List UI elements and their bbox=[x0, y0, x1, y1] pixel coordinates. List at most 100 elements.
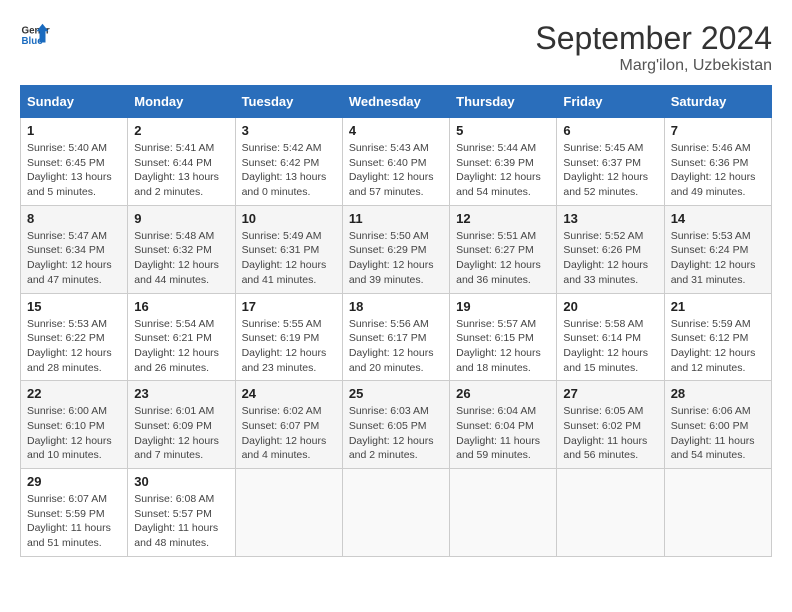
day-number: 13 bbox=[563, 211, 657, 226]
day-number: 23 bbox=[134, 386, 228, 401]
day-number: 30 bbox=[134, 474, 228, 489]
day-info: Sunrise: 5:55 AMSunset: 6:19 PMDaylight:… bbox=[242, 317, 336, 376]
calendar-cell bbox=[342, 469, 449, 557]
day-number: 16 bbox=[134, 299, 228, 314]
calendar-cell: 24 Sunrise: 6:02 AMSunset: 6:07 PMDayligh… bbox=[235, 381, 342, 469]
day-info: Sunrise: 6:02 AMSunset: 6:07 PMDaylight:… bbox=[242, 404, 336, 463]
calendar-cell: 14 Sunrise: 5:53 AMSunset: 6:24 PMDayligh… bbox=[664, 205, 771, 293]
calendar-cell: 17 Sunrise: 5:55 AMSunset: 6:19 PMDayligh… bbox=[235, 293, 342, 381]
calendar-cell bbox=[235, 469, 342, 557]
day-info: Sunrise: 5:51 AMSunset: 6:27 PMDaylight:… bbox=[456, 229, 550, 288]
day-info: Sunrise: 5:53 AMSunset: 6:24 PMDaylight:… bbox=[671, 229, 765, 288]
day-info: Sunrise: 5:40 AMSunset: 6:45 PMDaylight:… bbox=[27, 141, 121, 200]
day-info: Sunrise: 5:45 AMSunset: 6:37 PMDaylight:… bbox=[563, 141, 657, 200]
weekday-header-row: SundayMondayTuesdayWednesdayThursdayFrid… bbox=[21, 86, 772, 118]
day-number: 24 bbox=[242, 386, 336, 401]
calendar-week-row: 1 Sunrise: 5:40 AMSunset: 6:45 PMDaylight… bbox=[21, 118, 772, 206]
day-number: 11 bbox=[349, 211, 443, 226]
day-info: Sunrise: 5:44 AMSunset: 6:39 PMDaylight:… bbox=[456, 141, 550, 200]
day-number: 18 bbox=[349, 299, 443, 314]
day-number: 21 bbox=[671, 299, 765, 314]
calendar-cell: 21Sunrise: 5:59 AMSunset: 6:12 PMDayligh… bbox=[664, 293, 771, 381]
calendar-cell bbox=[557, 469, 664, 557]
day-info: Sunrise: 6:07 AMSunset: 5:59 PMDaylight:… bbox=[27, 492, 121, 551]
day-number: 15 bbox=[27, 299, 121, 314]
day-info: Sunrise: 5:58 AMSunset: 6:14 PMDaylight:… bbox=[563, 317, 657, 376]
day-number: 1 bbox=[27, 123, 121, 138]
location-title: Marg'ilon, Uzbekistan bbox=[535, 57, 772, 75]
calendar-cell: 6Sunrise: 5:45 AMSunset: 6:37 PMDaylight… bbox=[557, 118, 664, 206]
day-info: Sunrise: 5:50 AMSunset: 6:29 PMDaylight:… bbox=[349, 229, 443, 288]
calendar-cell: 29 Sunrise: 6:07 AMSunset: 5:59 PMDayligh… bbox=[21, 469, 128, 557]
calendar-week-row: 29 Sunrise: 6:07 AMSunset: 5:59 PMDayligh… bbox=[21, 469, 772, 557]
calendar-cell: 4Sunrise: 5:43 AMSunset: 6:40 PMDaylight… bbox=[342, 118, 449, 206]
calendar-week-row: 15 Sunrise: 5:53 AMSunset: 6:22 PMDayligh… bbox=[21, 293, 772, 381]
calendar-week-row: 22 Sunrise: 6:00 AMSunset: 6:10 PMDayligh… bbox=[21, 381, 772, 469]
day-info: Sunrise: 5:53 AMSunset: 6:22 PMDaylight:… bbox=[27, 317, 121, 376]
day-number: 17 bbox=[242, 299, 336, 314]
calendar-cell: 7 Sunrise: 5:46 AMSunset: 6:36 PMDaylight… bbox=[664, 118, 771, 206]
calendar-cell: 25 Sunrise: 6:03 AMSunset: 6:05 PMDayligh… bbox=[342, 381, 449, 469]
weekday-header-monday: Monday bbox=[128, 86, 235, 118]
day-number: 22 bbox=[27, 386, 121, 401]
calendar-cell: 15 Sunrise: 5:53 AMSunset: 6:22 PMDayligh… bbox=[21, 293, 128, 381]
weekday-header-saturday: Saturday bbox=[664, 86, 771, 118]
day-number: 27 bbox=[563, 386, 657, 401]
weekday-header-sunday: Sunday bbox=[21, 86, 128, 118]
weekday-header-wednesday: Wednesday bbox=[342, 86, 449, 118]
day-info: Sunrise: 5:41 AMSunset: 6:44 PMDaylight:… bbox=[134, 141, 228, 200]
calendar-week-row: 8 Sunrise: 5:47 AMSunset: 6:34 PMDaylight… bbox=[21, 205, 772, 293]
day-info: Sunrise: 6:04 AMSunset: 6:04 PMDaylight:… bbox=[456, 404, 550, 463]
day-info: Sunrise: 5:49 AMSunset: 6:31 PMDaylight:… bbox=[242, 229, 336, 288]
day-number: 25 bbox=[349, 386, 443, 401]
day-number: 14 bbox=[671, 211, 765, 226]
calendar-cell: 11 Sunrise: 5:50 AMSunset: 6:29 PMDayligh… bbox=[342, 205, 449, 293]
day-info: Sunrise: 6:05 AMSunset: 6:02 PMDaylight:… bbox=[563, 404, 657, 463]
calendar-cell: 28 Sunrise: 6:06 AMSunset: 6:00 PMDayligh… bbox=[664, 381, 771, 469]
day-number: 29 bbox=[27, 474, 121, 489]
day-number: 5 bbox=[456, 123, 550, 138]
day-number: 28 bbox=[671, 386, 765, 401]
day-number: 26 bbox=[456, 386, 550, 401]
day-number: 7 bbox=[671, 123, 765, 138]
day-info: Sunrise: 6:01 AMSunset: 6:09 PMDaylight:… bbox=[134, 404, 228, 463]
calendar-cell: 12Sunrise: 5:51 AMSunset: 6:27 PMDayligh… bbox=[450, 205, 557, 293]
title-area: September 2024 Marg'ilon, Uzbekistan bbox=[535, 20, 772, 75]
day-info: Sunrise: 6:03 AMSunset: 6:05 PMDaylight:… bbox=[349, 404, 443, 463]
weekday-header-friday: Friday bbox=[557, 86, 664, 118]
day-number: 8 bbox=[27, 211, 121, 226]
day-number: 20 bbox=[563, 299, 657, 314]
day-info: Sunrise: 6:06 AMSunset: 6:00 PMDaylight:… bbox=[671, 404, 765, 463]
calendar-cell bbox=[450, 469, 557, 557]
calendar-cell: 5 Sunrise: 5:44 AMSunset: 6:39 PMDaylight… bbox=[450, 118, 557, 206]
weekday-header-tuesday: Tuesday bbox=[235, 86, 342, 118]
day-info: Sunrise: 5:47 AMSunset: 6:34 PMDaylight:… bbox=[27, 229, 121, 288]
day-info: Sunrise: 5:56 AMSunset: 6:17 PMDaylight:… bbox=[349, 317, 443, 376]
calendar-cell bbox=[664, 469, 771, 557]
day-number: 2 bbox=[134, 123, 228, 138]
day-info: Sunrise: 5:42 AMSunset: 6:42 PMDaylight:… bbox=[242, 141, 336, 200]
calendar-cell: 8 Sunrise: 5:47 AMSunset: 6:34 PMDaylight… bbox=[21, 205, 128, 293]
calendar-cell: 9Sunrise: 5:48 AMSunset: 6:32 PMDaylight… bbox=[128, 205, 235, 293]
month-title: September 2024 bbox=[535, 20, 772, 57]
calendar-cell: 30 Sunrise: 6:08 AMSunset: 5:57 PMDayligh… bbox=[128, 469, 235, 557]
calendar-cell: 16Sunrise: 5:54 AMSunset: 6:21 PMDayligh… bbox=[128, 293, 235, 381]
logo-icon: General Blue bbox=[20, 20, 50, 50]
page-header: General Blue September 2024 Marg'ilon, U… bbox=[20, 20, 772, 75]
calendar-cell: 19 Sunrise: 5:57 AMSunset: 6:15 PMDayligh… bbox=[450, 293, 557, 381]
calendar-cell: 3Sunrise: 5:42 AMSunset: 6:42 PMDaylight… bbox=[235, 118, 342, 206]
calendar-cell: 23 Sunrise: 6:01 AMSunset: 6:09 PMDayligh… bbox=[128, 381, 235, 469]
day-info: Sunrise: 5:57 AMSunset: 6:15 PMDaylight:… bbox=[456, 317, 550, 376]
day-info: Sunrise: 5:52 AMSunset: 6:26 PMDaylight:… bbox=[563, 229, 657, 288]
calendar-table: SundayMondayTuesdayWednesdayThursdayFrid… bbox=[20, 85, 772, 557]
logo: General Blue bbox=[20, 20, 50, 50]
day-info: Sunrise: 6:00 AMSunset: 6:10 PMDaylight:… bbox=[27, 404, 121, 463]
weekday-header-thursday: Thursday bbox=[450, 86, 557, 118]
calendar-cell: 20 Sunrise: 5:58 AMSunset: 6:14 PMDayligh… bbox=[557, 293, 664, 381]
calendar-cell: 13 Sunrise: 5:52 AMSunset: 6:26 PMDayligh… bbox=[557, 205, 664, 293]
day-number: 9 bbox=[134, 211, 228, 226]
calendar-cell: 18 Sunrise: 5:56 AMSunset: 6:17 PMDayligh… bbox=[342, 293, 449, 381]
day-info: Sunrise: 5:46 AMSunset: 6:36 PMDaylight:… bbox=[671, 141, 765, 200]
day-info: Sunrise: 6:08 AMSunset: 5:57 PMDaylight:… bbox=[134, 492, 228, 551]
day-number: 19 bbox=[456, 299, 550, 314]
